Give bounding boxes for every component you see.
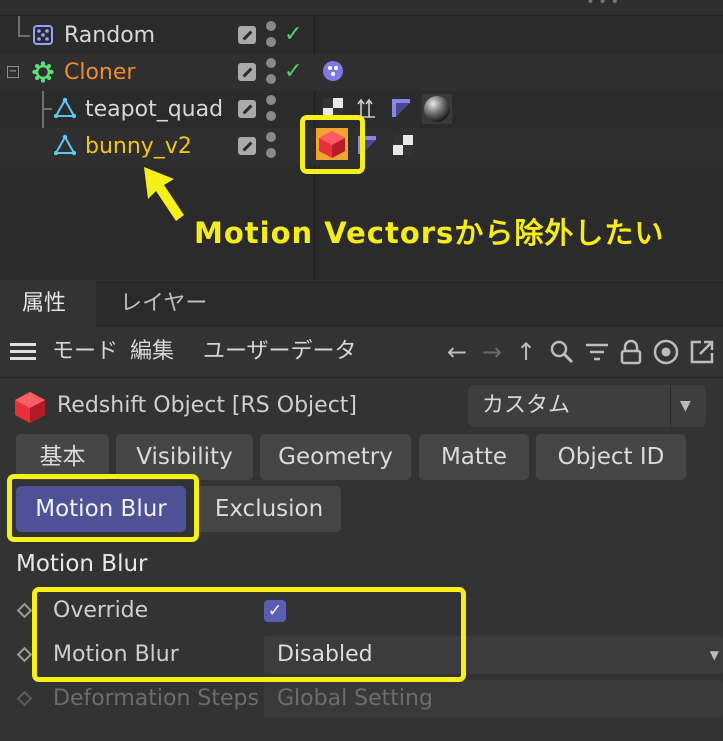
divider [670,385,671,427]
property-deformation-steps: Deformation Steps Global Setting [0,679,723,719]
section-title: Motion Blur [16,551,148,577]
polygon-object-icon [54,97,76,119]
forward-arrow-icon[interactable]: → [478,338,506,366]
edit-toggle-icon[interactable] [238,100,256,118]
tab-exclusion[interactable]: Exclusion [197,486,341,532]
cloner-icon [32,61,54,83]
up-arrow-icon[interactable]: ↑ [512,338,540,366]
enabled-check-icon[interactable]: ✓ [284,24,302,46]
property-label: Deformation Steps [53,686,259,711]
divider [0,377,723,378]
menu-edit[interactable]: 編集 [130,327,174,377]
selection-tag-icon[interactable] [390,97,412,119]
tab-layers[interactable]: レイヤー [98,281,229,327]
tab-attributes[interactable]: 属性 [0,281,96,327]
polygon-object-icon [54,134,76,156]
object-name[interactable]: teapot_quad [85,91,223,128]
preset-dropdown[interactable]: カスタム ▼ [468,385,706,427]
edit-toggle-icon[interactable] [238,137,256,155]
object-row-cloner[interactable]: − Cloner ✓ [0,54,723,91]
random-effector-icon [33,25,53,45]
annotation-text: Motion Vectorsから除外したい [194,216,665,250]
keyframe-diamond-icon[interactable] [16,602,33,619]
edit-toggle-icon[interactable] [238,63,256,81]
object-title: Redshift Object [RS Object] [57,393,357,418]
object-name[interactable]: Random [64,17,155,54]
keyframe-diamond-icon [16,690,33,707]
filter-icon[interactable] [583,338,611,366]
object-row-random[interactable]: Random ✓ [0,17,723,54]
edit-toggle-icon[interactable] [238,26,256,44]
chevron-down-icon[interactable]: ▼ [710,636,719,674]
tab-geometry[interactable]: Geometry [260,434,411,480]
attribute-toolbar: モード 編集 ユーザーデータ ← → ↑ [0,327,723,377]
new-window-icon[interactable] [688,338,716,366]
hamburger-menu-icon[interactable] [10,343,36,361]
attribute-manager-tabs: 属性 レイヤー [0,281,723,327]
lock-icon[interactable] [617,338,645,366]
visibility-dots-icon[interactable] [266,21,276,51]
more-icon[interactable]: ••• [586,0,623,10]
menu-mode[interactable]: モード [52,327,118,377]
object-name[interactable]: Cloner [64,54,135,91]
object-manager-header-strip: ••• [0,0,723,16]
material-tag-icon[interactable] [422,94,452,124]
back-arrow-icon[interactable]: ← [443,338,471,366]
dropdown-value: Global Setting [277,686,433,711]
deformation-steps-dropdown: Global Setting [264,680,723,718]
object-manager: ••• Random ✓ − Cloner ✓ teapot_quad bunn… [0,0,723,280]
visibility-dots-icon[interactable] [266,132,276,162]
properties-highlight [32,587,466,682]
redshift-object-icon [15,392,45,423]
tab-matte[interactable]: Matte [419,434,529,480]
collapse-toggle-icon[interactable]: − [7,66,19,78]
chevron-down-icon[interactable]: ▼ [680,385,691,427]
keyframe-diamond-icon[interactable] [16,646,33,663]
tab-object-id[interactable]: Object ID [536,434,686,480]
visibility-dots-icon[interactable] [266,58,276,88]
search-icon[interactable] [548,338,576,366]
object-name[interactable]: bunny_v2 [85,128,192,165]
enabled-check-icon[interactable]: ✓ [284,61,302,83]
mograph-cache-tag-icon[interactable] [322,60,344,82]
attribute-manager: 属性 レイヤー モード 編集 ユーザーデータ ← → ↑ Redshift Ob… [0,281,723,741]
menu-user-data[interactable]: ユーザーデータ [203,327,357,377]
annotation-arrow-icon [144,167,184,221]
target-icon[interactable] [652,338,680,366]
visibility-dots-icon[interactable] [266,95,276,125]
motion-blur-tab-highlight [7,474,199,542]
redshift-object-tag-icon[interactable] [316,128,348,160]
uvw-tag-icon[interactable] [392,134,414,156]
preset-value: カスタム [482,393,571,418]
